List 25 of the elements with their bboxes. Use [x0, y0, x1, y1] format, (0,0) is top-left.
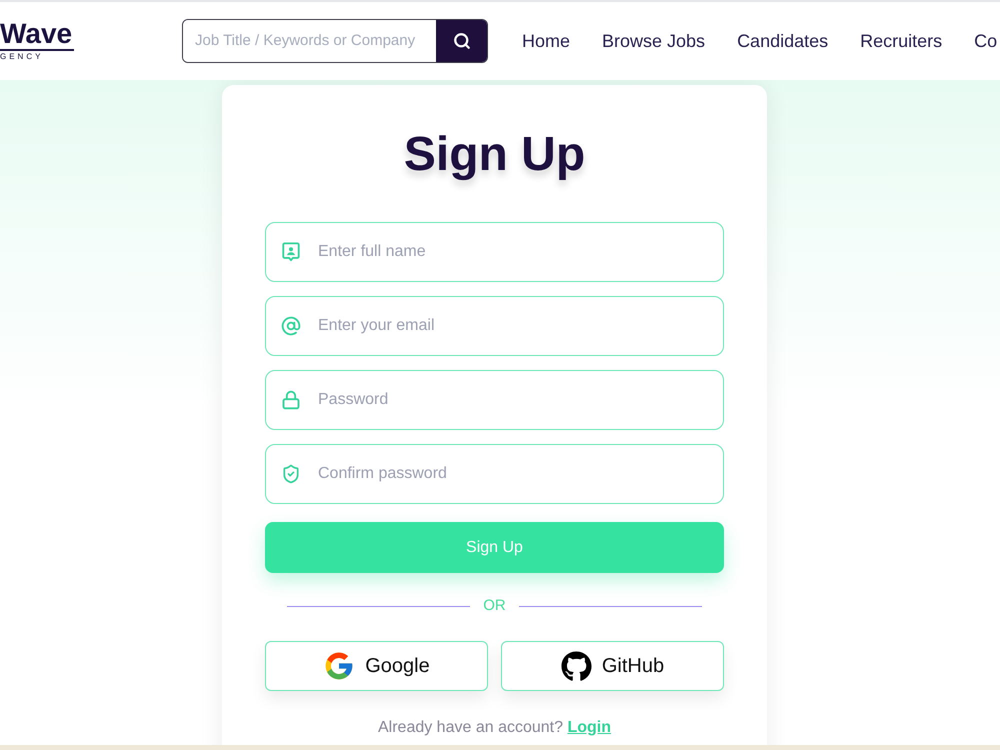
social-login-button[interactable]: GitHub [501, 641, 724, 691]
user-badge-icon [281, 242, 301, 262]
nav-link[interactable]: Browse Jobs [602, 28, 706, 54]
nav-link[interactable]: Home [522, 28, 570, 54]
at-sign-icon [281, 316, 301, 336]
search-bar[interactable]: Job Title / Keywords or Company [182, 19, 488, 63]
input-field[interactable]: Confirm password [265, 444, 724, 504]
nav-link[interactable]: Candidates [737, 28, 828, 54]
shield-check-icon [281, 464, 301, 484]
lock-icon [281, 390, 301, 410]
login-prompt: Already have an account? Login [376, 718, 612, 738]
divider-label: OR [483, 596, 506, 616]
logo-tagline: GENCY [0, 51, 44, 63]
nav-link[interactable]: Co [974, 28, 998, 54]
form-title: Sign Up [402, 127, 586, 183]
search-button[interactable] [436, 20, 487, 62]
search-icon [452, 32, 470, 50]
logo-wordmark: Wave [0, 19, 74, 51]
input-field[interactable]: Enter your email [265, 296, 724, 356]
input-field[interactable]: Enter full name [265, 222, 724, 282]
github-logo-icon [560, 650, 592, 682]
social-login-button[interactable]: Google [265, 641, 488, 691]
nav-link[interactable]: Recruiters [860, 28, 942, 54]
input-field[interactable]: Password [265, 370, 724, 430]
google-logo-icon [323, 650, 356, 682]
